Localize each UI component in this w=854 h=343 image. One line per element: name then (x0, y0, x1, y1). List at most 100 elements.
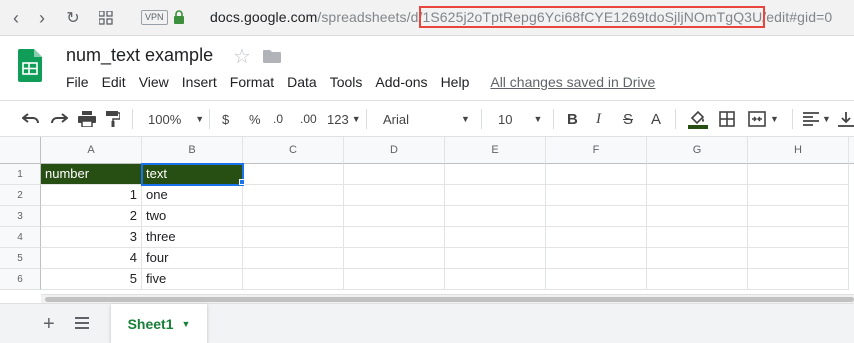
redo-icon[interactable] (50, 109, 68, 129)
row-header-5[interactable]: 5 (0, 248, 41, 269)
column-header-a[interactable]: A (41, 137, 142, 164)
document-title[interactable]: num_text example (66, 45, 213, 66)
menu-file[interactable]: File (66, 74, 89, 90)
column-header-c[interactable]: C (243, 137, 344, 164)
cell-b1[interactable]: text (141, 163, 244, 186)
menu-addons[interactable]: Add-ons (375, 74, 427, 90)
cell-d6[interactable] (344, 269, 445, 290)
cell-e2[interactable] (445, 185, 546, 206)
cell-d3[interactable] (344, 206, 445, 227)
paint-format-icon[interactable] (106, 109, 120, 129)
menu-data[interactable]: Data (287, 74, 317, 90)
cell-a2[interactable]: 1 (41, 185, 142, 206)
cell-b5[interactable]: four (142, 248, 243, 269)
back-icon[interactable]: ‹ (6, 8, 26, 28)
cell-h1[interactable] (748, 164, 849, 185)
menu-edit[interactable]: Edit (102, 74, 126, 90)
align-left-icon[interactable] (803, 109, 819, 129)
cell-f3[interactable] (546, 206, 647, 227)
column-header-f[interactable]: F (546, 137, 647, 164)
cell-h5[interactable] (748, 248, 849, 269)
strikethrough-button[interactable]: S (623, 109, 633, 129)
bold-button[interactable]: B (567, 109, 578, 129)
sheet-tab-active[interactable]: Sheet1 ▼ (111, 304, 207, 343)
cell-b3[interactable]: two (142, 206, 243, 227)
apps-grid-icon[interactable] (96, 8, 116, 28)
cell-a4[interactable]: 3 (41, 227, 142, 248)
cell-a1[interactable]: number (41, 164, 142, 185)
add-sheet-icon[interactable]: + (43, 313, 55, 336)
menu-format[interactable]: Format (230, 74, 274, 90)
cell-e6[interactable] (445, 269, 546, 290)
cell-g5[interactable] (647, 248, 748, 269)
font-select[interactable]: Arial ▼ (383, 109, 470, 129)
increase-decimal-button[interactable]: .00 (300, 109, 317, 129)
currency-format-button[interactable]: $ (222, 109, 229, 129)
column-header-b[interactable]: B (142, 137, 243, 164)
percent-format-button[interactable]: % (249, 109, 261, 129)
cell-e5[interactable] (445, 248, 546, 269)
cell-h2[interactable] (748, 185, 849, 206)
more-formats-button[interactable]: 123 ▼ (327, 109, 361, 129)
cell-h4[interactable] (748, 227, 849, 248)
row-header-2[interactable]: 2 (0, 185, 41, 206)
cell-e4[interactable] (445, 227, 546, 248)
forward-icon[interactable]: › (32, 8, 52, 28)
vpn-badge[interactable]: VPN (141, 10, 168, 25)
row-header-6[interactable]: 6 (0, 269, 41, 290)
cell-f1[interactable] (546, 164, 647, 185)
cell-f2[interactable] (546, 185, 647, 206)
address-bar[interactable]: docs.google.com/spreadsheets/d/1S625j2oT… (210, 6, 832, 28)
cell-d4[interactable] (344, 227, 445, 248)
folder-icon[interactable] (263, 49, 281, 63)
cell-g6[interactable] (647, 269, 748, 290)
cell-f4[interactable] (546, 227, 647, 248)
decrease-decimal-button[interactable]: .0 (273, 109, 283, 129)
cell-d5[interactable] (344, 248, 445, 269)
vertical-align-icon[interactable] (838, 109, 854, 129)
menu-view[interactable]: View (139, 74, 169, 90)
merge-cells-icon[interactable] (748, 109, 766, 129)
scrollbar-thumb[interactable] (45, 297, 854, 302)
chevron-down-icon[interactable]: ▼ (822, 109, 831, 129)
cell-d2[interactable] (344, 185, 445, 206)
star-icon[interactable]: ☆ (233, 44, 251, 69)
column-header-h[interactable]: H (748, 137, 849, 164)
cell-a6[interactable]: 5 (41, 269, 142, 290)
cell-c4[interactable] (243, 227, 344, 248)
all-sheets-icon[interactable] (75, 316, 89, 330)
print-icon[interactable] (78, 109, 96, 129)
cell-b6[interactable]: five (142, 269, 243, 290)
cell-h3[interactable] (748, 206, 849, 227)
fill-handle[interactable] (239, 179, 245, 185)
menu-insert[interactable]: Insert (182, 74, 217, 90)
zoom-select[interactable]: 100% ▼ (148, 109, 204, 129)
column-header-e[interactable]: E (445, 137, 546, 164)
cell-b4[interactable]: three (142, 227, 243, 248)
row-header-1[interactable]: 1 (0, 164, 41, 185)
fill-color-icon[interactable] (688, 109, 708, 129)
cell-d1[interactable] (344, 164, 445, 185)
cell-f5[interactable] (546, 248, 647, 269)
menu-help[interactable]: Help (441, 74, 470, 90)
cell-g2[interactable] (647, 185, 748, 206)
italic-button[interactable]: I (596, 109, 601, 129)
cell-e3[interactable] (445, 206, 546, 227)
cell-e1[interactable] (445, 164, 546, 185)
cell-c5[interactable] (243, 248, 344, 269)
row-header-4[interactable]: 4 (0, 227, 41, 248)
column-header-g[interactable]: G (647, 137, 748, 164)
cell-g4[interactable] (647, 227, 748, 248)
undo-icon[interactable] (22, 109, 40, 129)
menu-tools[interactable]: Tools (330, 74, 363, 90)
cell-g1[interactable] (647, 164, 748, 185)
cell-c2[interactable] (243, 185, 344, 206)
cell-h6[interactable] (748, 269, 849, 290)
column-header-d[interactable]: D (344, 137, 445, 164)
reload-icon[interactable]: ↻ (63, 8, 83, 28)
text-color-button[interactable]: A (651, 109, 661, 129)
select-all-corner[interactable] (0, 137, 41, 164)
cell-c1[interactable] (243, 164, 344, 185)
sheets-logo-icon[interactable] (18, 49, 42, 82)
chevron-down-icon[interactable]: ▼ (770, 109, 779, 129)
